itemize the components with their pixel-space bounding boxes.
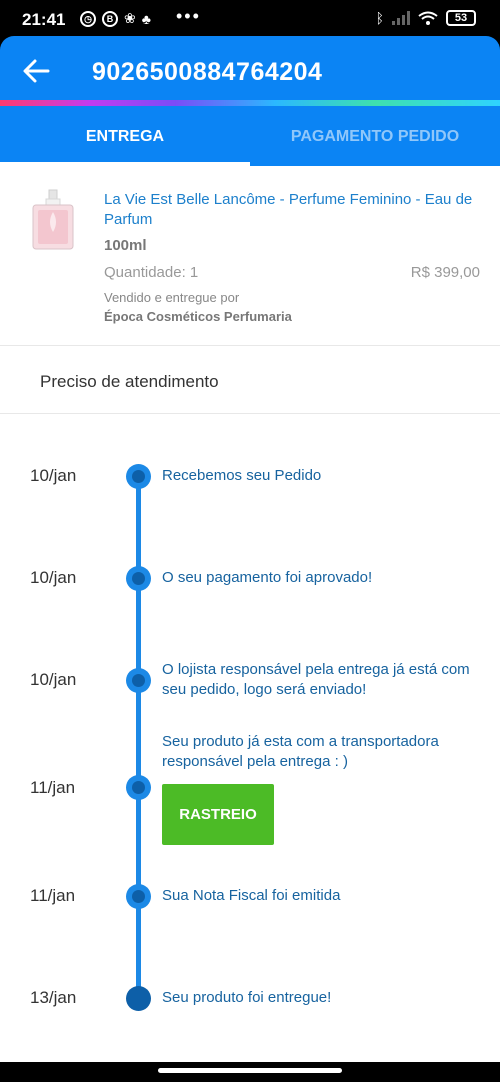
timeline-date: 10/jan [30,568,77,587]
timeline-event: Recebemos seu Pedido [162,467,322,484]
perfume-bottle-image [32,189,74,250]
system-nav-bar [0,1062,500,1082]
timeline-event: Seu produto foi entregue! [162,989,332,1006]
timeline-dot [126,775,151,800]
app-icon-2: ♣ [141,10,151,27]
wifi-icon [418,11,438,25]
timeline-dot [126,668,151,693]
main-content: La Vie Est Belle Lancôme - Perfume Femin… [0,166,500,1062]
timeline-dot [126,464,151,489]
arrow-left-icon[interactable] [20,55,52,87]
order-number: 9026500884764204 [92,58,323,86]
timeline-date: 10/jan [30,466,77,485]
notification-icons: ◷ B ❀ ♣ [80,10,151,27]
status-time: 21:41 [22,10,66,29]
timeline-date: 11/jan [30,886,76,905]
timeline-dot [126,566,151,591]
system-icons: ᛒ 53 [376,10,476,26]
app-icon: ❀ [124,10,136,26]
status-bar: 21:41 ◷ B ❀ ♣ ••• ᛒ 53 [0,0,500,40]
signal-icon [392,11,410,25]
tab-pagamento-pedido[interactable]: PAGAMENTO PEDIDO [250,106,500,166]
rastreio-button[interactable]: RASTREIO [162,784,274,845]
timeline-dot [126,884,151,909]
help-label: Preciso de atendimento [40,372,219,391]
seller-name: Época Cosméticos Perfumaria [104,309,292,324]
tab-bar: ENTREGA PAGAMENTO PEDIDO [0,106,500,166]
product-name-link[interactable]: La Vie Est Belle Lancôme - Perfume Femin… [104,190,484,230]
bluetooth-icon: ᛒ [375,10,384,26]
product-size: 100ml [104,237,147,254]
home-gesture-bar[interactable] [158,1068,342,1073]
tab-entrega[interactable]: ENTREGA [0,106,250,166]
product-card[interactable]: La Vie Est Belle Lancôme - Perfume Femin… [0,166,500,346]
sold-by-label: Vendido e entregue por [104,290,240,305]
product-quantity: Quantidade: 1 [104,264,199,281]
timeline-dot-final [126,986,151,1011]
timeline-date: 10/jan [30,670,77,689]
timeline-event: Seu produto já esta com a transportadora… [162,733,439,770]
timeline-event: O seu pagamento foi aprovado! [162,569,373,586]
timeline-date: 11/jan [30,778,76,797]
battery-icon: 53 [446,10,476,26]
more-notifications-icon: ••• [176,6,201,26]
b-icon: B [102,10,118,27]
timeline-line [136,476,141,1000]
product-price: R$ 399,00 [410,264,480,281]
timeline-event: O lojista responsável pela entrega já es… [162,661,470,698]
help-button[interactable]: Preciso de atendimento [0,346,500,414]
timeline-date: 13/jan [30,988,77,1007]
alarm-icon: ◷ [80,10,96,27]
app-bar: 9026500884764204 [0,36,500,106]
timeline-event: Sua Nota Fiscal foi emitida [162,887,341,904]
